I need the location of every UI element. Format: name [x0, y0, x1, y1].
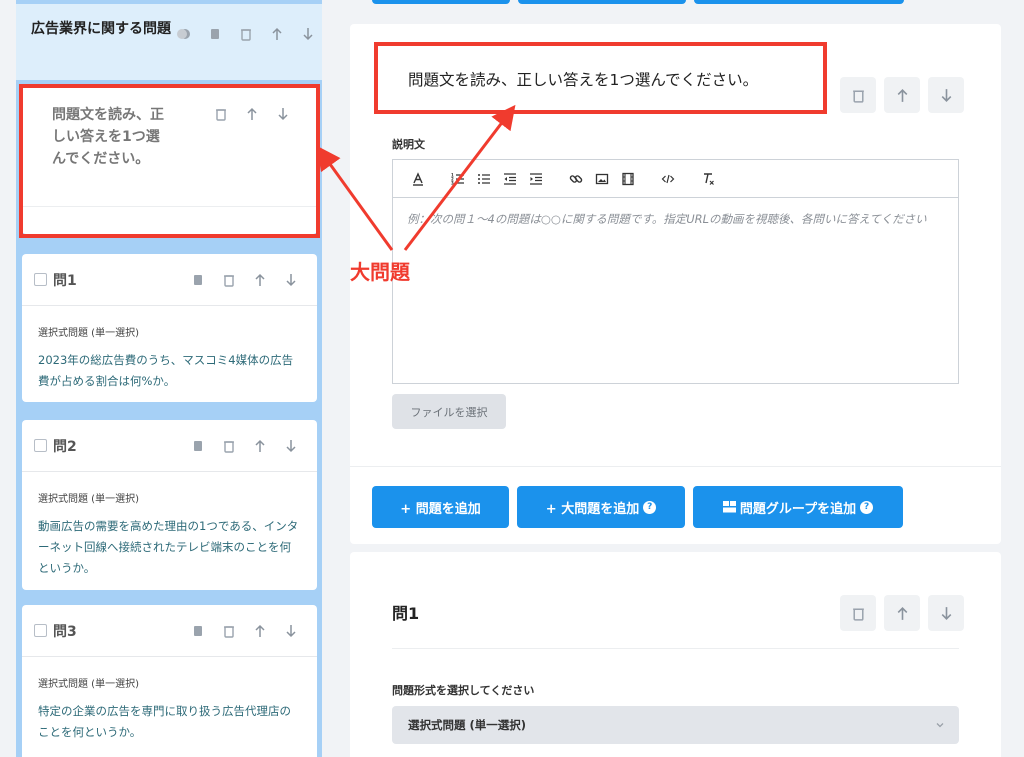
- panel-actions: [840, 77, 964, 113]
- move-up-icon[interactable]: [250, 621, 270, 641]
- move-down-icon[interactable]: [298, 24, 318, 44]
- copy-icon[interactable]: [188, 436, 208, 456]
- help-icon[interactable]: ?: [643, 500, 657, 514]
- chevron-down-icon: [935, 719, 945, 733]
- top-button-row-partial: [372, 0, 904, 4]
- move-down-icon[interactable]: [928, 77, 964, 113]
- question-card-header: 問3: [22, 605, 317, 657]
- move-up-icon[interactable]: [884, 77, 920, 113]
- move-up-icon[interactable]: [267, 24, 287, 44]
- add-big-question-label: + 大問題を追加: [545, 501, 640, 517]
- annotation-label: 大問題: [350, 260, 410, 284]
- move-up-icon[interactable]: [250, 436, 270, 456]
- section-header[interactable]: 広告業界に関する問題: [16, 4, 322, 80]
- link-icon[interactable]: [563, 167, 589, 191]
- panel-actions: [840, 595, 964, 631]
- question-format-value: 選択式問題 (単一選択): [408, 718, 527, 732]
- ordered-list-icon[interactable]: 123: [445, 167, 471, 191]
- question-card[interactable]: 問2 選択式問題 (単一選択) 動画広告の需要を高めた理由の1つである、インター…: [22, 420, 317, 590]
- code-icon[interactable]: [655, 167, 681, 191]
- choose-file-button[interactable]: ファイルを選択: [392, 394, 506, 429]
- question-card-body: 選択式問題 (単一選択) 2023年の総広告費のうち、マスコミ4媒体の広告費が占…: [22, 306, 317, 392]
- toggle-icon[interactable]: [174, 24, 194, 44]
- add-question-button-partial[interactable]: [372, 0, 510, 4]
- question-card[interactable]: 問3 選択式問題 (単一選択) 特定の企業の広告を専門に取り扱う広告代理店のこと…: [22, 605, 317, 757]
- video-icon[interactable]: [615, 167, 641, 191]
- move-down-icon[interactable]: [281, 621, 301, 641]
- image-icon[interactable]: [589, 167, 615, 191]
- question-card[interactable]: 問1 選択式問題 (単一選択) 2023年の総広告費のうち、マスコミ4媒体の広告…: [22, 254, 317, 402]
- trash-icon[interactable]: [236, 24, 256, 44]
- question-card-header: 問2: [22, 420, 317, 472]
- section-title: 広告業界に関する問題: [31, 21, 171, 37]
- add-button-row: + 問題を追加 + 大問題を追加 ? 問題グループを追加 ?: [372, 486, 903, 528]
- trash-icon[interactable]: [840, 77, 876, 113]
- question-text: 2023年の総広告費のうち、マスコミ4媒体の広告費が占める割合は何%か。: [38, 353, 294, 388]
- question-1-title: 問1: [392, 604, 420, 623]
- annotation-box-title: [374, 42, 827, 114]
- move-down-icon[interactable]: [928, 595, 964, 631]
- group-icon: [722, 501, 736, 513]
- question-type: 選択式問題 (単一選択): [38, 679, 139, 690]
- question-text: 特定の企業の広告を専門に取り扱う広告代理店のことを何というか。: [38, 704, 291, 739]
- trash-icon[interactable]: [219, 436, 239, 456]
- divider: [350, 466, 1001, 467]
- help-icon[interactable]: ?: [860, 500, 874, 514]
- move-down-icon[interactable]: [281, 436, 301, 456]
- add-big-question-button-partial[interactable]: [518, 0, 686, 4]
- question-label: 問1: [53, 272, 77, 289]
- copy-icon[interactable]: [188, 621, 208, 641]
- move-up-icon[interactable]: [250, 270, 270, 290]
- editor-toolbar: 123: [393, 160, 958, 198]
- question-text: 動画広告の需要を高めた理由の1つである、インターネット回線へ接続されたテレビ端末…: [38, 519, 299, 575]
- move-up-icon[interactable]: [884, 595, 920, 631]
- add-group-label: 問題グループを追加: [739, 501, 857, 517]
- question-actions: [188, 270, 301, 290]
- outdent-icon[interactable]: [497, 167, 523, 191]
- question-label: 問2: [53, 438, 77, 455]
- copy-icon[interactable]: [205, 24, 225, 44]
- question-actions: [188, 621, 301, 641]
- question-label: 問3: [53, 623, 77, 640]
- add-group-button-partial[interactable]: [694, 0, 904, 4]
- question-type: 選択式問題 (単一選択): [38, 328, 139, 339]
- question-format-label: 問題形式を選択してください: [392, 684, 535, 697]
- move-down-icon[interactable]: [281, 270, 301, 290]
- copy-icon[interactable]: [188, 270, 208, 290]
- question-card-body: 選択式問題 (単一選択) 特定の企業の広告を専門に取り扱う広告代理店のことを何と…: [22, 657, 317, 743]
- add-question-button[interactable]: + 問題を追加: [372, 486, 509, 528]
- question-card-header: 問1: [22, 254, 317, 306]
- annotation-box-sidebar: [19, 84, 320, 238]
- text-color-icon[interactable]: [405, 167, 431, 191]
- divider: [392, 648, 959, 649]
- trash-icon[interactable]: [219, 621, 239, 641]
- add-group-button[interactable]: 問題グループを追加 ?: [693, 486, 903, 528]
- question-1-panel: 問1 問題形式を選択してください 選択式問題 (単一選択): [350, 552, 1001, 757]
- clear-format-icon[interactable]: [695, 167, 721, 191]
- trash-icon[interactable]: [840, 595, 876, 631]
- question-format-select[interactable]: 選択式問題 (単一選択): [392, 706, 959, 744]
- question-card-body: 選択式問題 (単一選択) 動画広告の需要を高めた理由の1つである、インターネット…: [22, 472, 317, 579]
- question-checkbox[interactable]: [34, 439, 47, 452]
- indent-icon[interactable]: [523, 167, 549, 191]
- question-checkbox[interactable]: [34, 624, 47, 637]
- question-type: 選択式問題 (単一選択): [38, 494, 139, 505]
- page: 広告業界に関する問題 問題文を読み、正しい答えを1つ選んでください。 問1 選択…: [0, 0, 1024, 757]
- question-actions: [188, 436, 301, 456]
- editor-placeholder: 例：次の問１〜4の問題は○○に関する問題です。指定URLの動画を視聴後、各問いに…: [407, 212, 927, 226]
- question-checkbox[interactable]: [34, 273, 47, 286]
- svg-text:3: 3: [451, 180, 454, 185]
- add-big-question-button[interactable]: + 大問題を追加 ?: [517, 486, 685, 528]
- bullet-list-icon[interactable]: [471, 167, 497, 191]
- section-actions: [174, 24, 318, 44]
- trash-icon[interactable]: [219, 270, 239, 290]
- description-label: 説明文: [392, 138, 425, 151]
- description-editor[interactable]: 123 例：次の問１〜4の問題は○○に関する問題です。指定URLの動画を視聴後、…: [392, 159, 959, 384]
